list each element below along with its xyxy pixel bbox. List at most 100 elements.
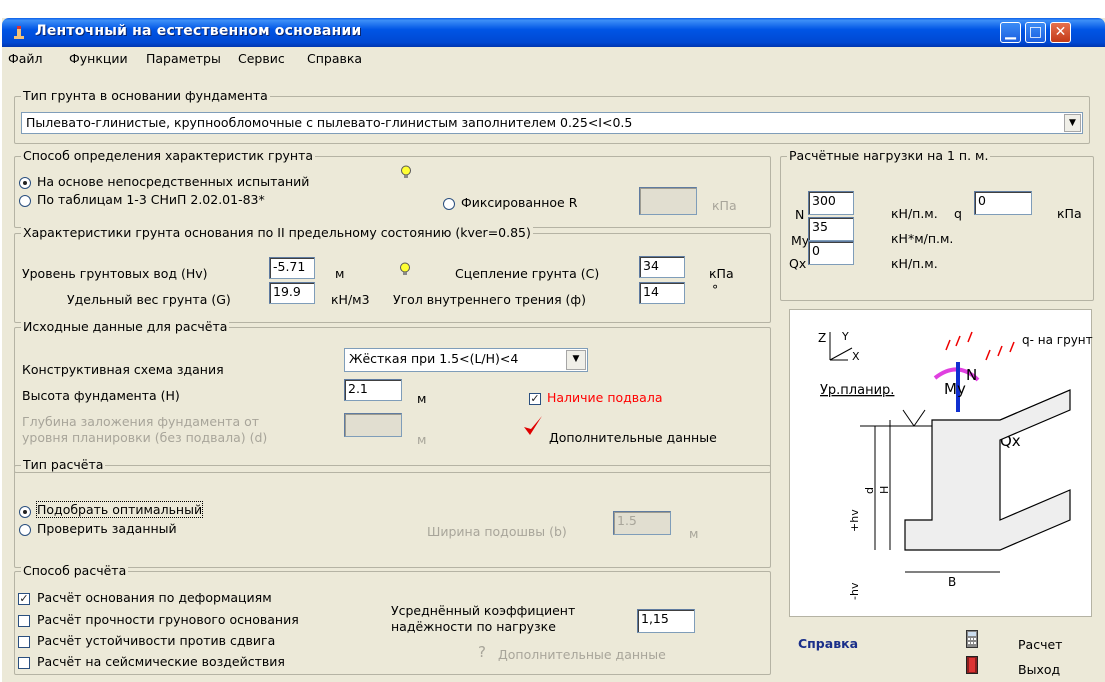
depth-label-line1: Глубина заложения фундамента от (22, 414, 260, 429)
phi-input[interactable]: 14 (639, 282, 685, 304)
question-icon[interactable]: ? (478, 643, 486, 661)
b-label-diagram: B (948, 575, 956, 589)
width-label: Ширина подошвы (b) (427, 524, 567, 539)
help-button[interactable]: Справка (798, 636, 858, 651)
fixed-r-unit: кПа (712, 198, 737, 213)
lightbulb-icon (400, 262, 410, 275)
hv-label: Уровень грунтовых вод (Hv) (22, 266, 208, 281)
input-data-group: Исходные данные для расчёта Конструктивн… (14, 319, 771, 473)
lightbulb-icon (401, 165, 411, 178)
g-label: Удельный вес грунта (G) (67, 292, 231, 307)
method-label-tables[interactable]: По таблицам 1-3 СНиП 2.02.01-83* (37, 192, 265, 207)
soil-chars-legend: Характеристики грунта основания по II пр… (21, 225, 533, 240)
basement-label[interactable]: Наличие подвала (547, 390, 663, 405)
input-data-legend: Исходные данные для расчёта (21, 319, 230, 334)
menu-service[interactable]: Сервис (238, 51, 285, 66)
level-label: Ур.планир. (820, 383, 894, 398)
menu-file[interactable]: Файл (8, 51, 43, 66)
seismic-checkbox[interactable] (18, 657, 30, 669)
seismic-label[interactable]: Расчёт на сейсмические воздействия (37, 654, 285, 669)
q-label: q (954, 206, 962, 221)
axis-z: Z (818, 331, 826, 345)
qx-label: Qx (789, 256, 807, 271)
exit-door-icon[interactable] (966, 656, 978, 674)
minimize-button[interactable]: ▁ (1000, 22, 1021, 43)
deformation-label[interactable]: Расчёт основания по деформациям (37, 590, 272, 605)
calc-type-label-optimal[interactable]: Подобрать оптимальный (35, 501, 204, 518)
calc-type-group: Тип расчёта Подобрать оптимальный Провер… (14, 457, 771, 568)
hv-unit: м (335, 266, 345, 281)
method-legend: Способ определения характеристик грунта (21, 148, 316, 163)
method-group: Способ определения характеристик грунта … (14, 148, 771, 228)
calc-type-radio-optimal[interactable] (19, 506, 31, 518)
fixed-r-input[interactable] (639, 187, 697, 215)
g-unit: кН/м3 (331, 292, 370, 307)
method-label-tests[interactable]: На основе непосредственных испытаний (37, 174, 309, 189)
n-label-diagram: N (966, 366, 977, 384)
depth-unit: м (417, 432, 427, 447)
phi-unit: ° (712, 282, 719, 297)
title-bar[interactable]: Ленточный на естественном основании ▁ □ … (2, 18, 1105, 47)
calc-type-radio-check[interactable] (19, 524, 31, 536)
foundation-body (904, 389, 1071, 551)
menu-functions[interactable]: Функции (69, 51, 128, 66)
menu-parameters[interactable]: Параметры (146, 51, 221, 66)
calculator-icon[interactable] (966, 630, 978, 648)
soil-type-select[interactable]: Пылевато-глинистые, крупнообломочные с п… (21, 112, 1083, 134)
scheme-value: Жёсткая при 1.5<(L/H)<4 (349, 351, 519, 366)
h-label-diagram: H (878, 486, 891, 494)
window-title: Ленточный на естественном основании (35, 23, 362, 39)
strength-checkbox[interactable] (18, 615, 30, 627)
depth-input[interactable] (344, 413, 402, 437)
width-unit: м (689, 526, 699, 541)
method-radio-tests[interactable] (19, 177, 31, 189)
g-input[interactable]: 19.9 (269, 282, 315, 304)
phi-label: Угол внутреннего трения (ф) (393, 292, 586, 307)
height-input[interactable]: 2.1 (344, 379, 402, 401)
menu-bar: Файл Функции Параметры Сервис Справка (2, 47, 1105, 69)
red-checkmark-icon[interactable] (522, 414, 544, 438)
calc-button[interactable]: Расчет (1018, 637, 1062, 652)
method-label-fixed-r[interactable]: Фиксированное R (461, 195, 577, 210)
n-input[interactable]: 300 (808, 191, 854, 215)
extra-data-link[interactable]: Дополнительные данные (549, 430, 717, 445)
chevron-down-icon[interactable]: ▼ (566, 350, 586, 370)
scheme-select[interactable]: Жёсткая при 1.5<(L/H)<4 ▼ (344, 348, 588, 372)
basement-checkbox[interactable]: ✓ (529, 393, 541, 405)
calc-type-label-check[interactable]: Проверить заданный (37, 521, 177, 536)
c-input[interactable]: 34 (639, 256, 685, 278)
calc-method-group: Способ расчёта ✓ Расчёт основания по деф… (14, 563, 771, 675)
hv-neg-label: -hv (848, 582, 861, 600)
app-icon (14, 26, 24, 39)
qx-input[interactable]: 0 (808, 241, 854, 265)
q-input[interactable]: 0 (974, 191, 1032, 215)
close-button[interactable]: ✕ (1050, 22, 1071, 43)
extra-data-link-disabled[interactable]: Дополнительные данные (498, 647, 666, 662)
coef-input[interactable]: 1,15 (637, 609, 695, 633)
loads-legend: Расчётные нагрузки на 1 п. м. (787, 148, 991, 163)
shear-label[interactable]: Расчёт устойчивости против сдвига (37, 633, 275, 648)
coef-label-line1: Усреднённый коэффициент (391, 603, 576, 618)
strength-label[interactable]: Расчёт прочности грунового основания (37, 612, 299, 627)
maximize-button[interactable]: □ (1025, 22, 1046, 43)
exit-button[interactable]: Выход (1018, 662, 1060, 677)
my-input[interactable]: 35 (808, 217, 854, 241)
menu-help[interactable]: Справка (307, 51, 362, 66)
qx-unit: кН/п.м. (891, 256, 938, 271)
hv-input[interactable]: -5.71 (269, 257, 315, 279)
soil-type-value: Пылевато-глинистые, крупнообломочные с п… (26, 115, 633, 130)
deformation-checkbox[interactable]: ✓ (18, 593, 30, 605)
n-unit: кН/п.м. (891, 206, 938, 221)
width-input[interactable]: 1.5 (613, 511, 671, 535)
d-label-diagram: d (863, 487, 876, 494)
level-marker (902, 409, 915, 427)
chevron-down-icon[interactable]: ▼ (1064, 114, 1081, 132)
method-radio-tables[interactable] (19, 195, 31, 207)
method-radio-fixed-r[interactable] (443, 198, 455, 210)
calc-type-legend: Тип расчёта (21, 457, 106, 472)
level-marker (913, 409, 926, 427)
height-unit: м (417, 391, 427, 406)
shear-checkbox[interactable] (18, 636, 30, 648)
my-unit: кН*м/п.м. (891, 231, 954, 246)
my-label: My (791, 233, 810, 248)
